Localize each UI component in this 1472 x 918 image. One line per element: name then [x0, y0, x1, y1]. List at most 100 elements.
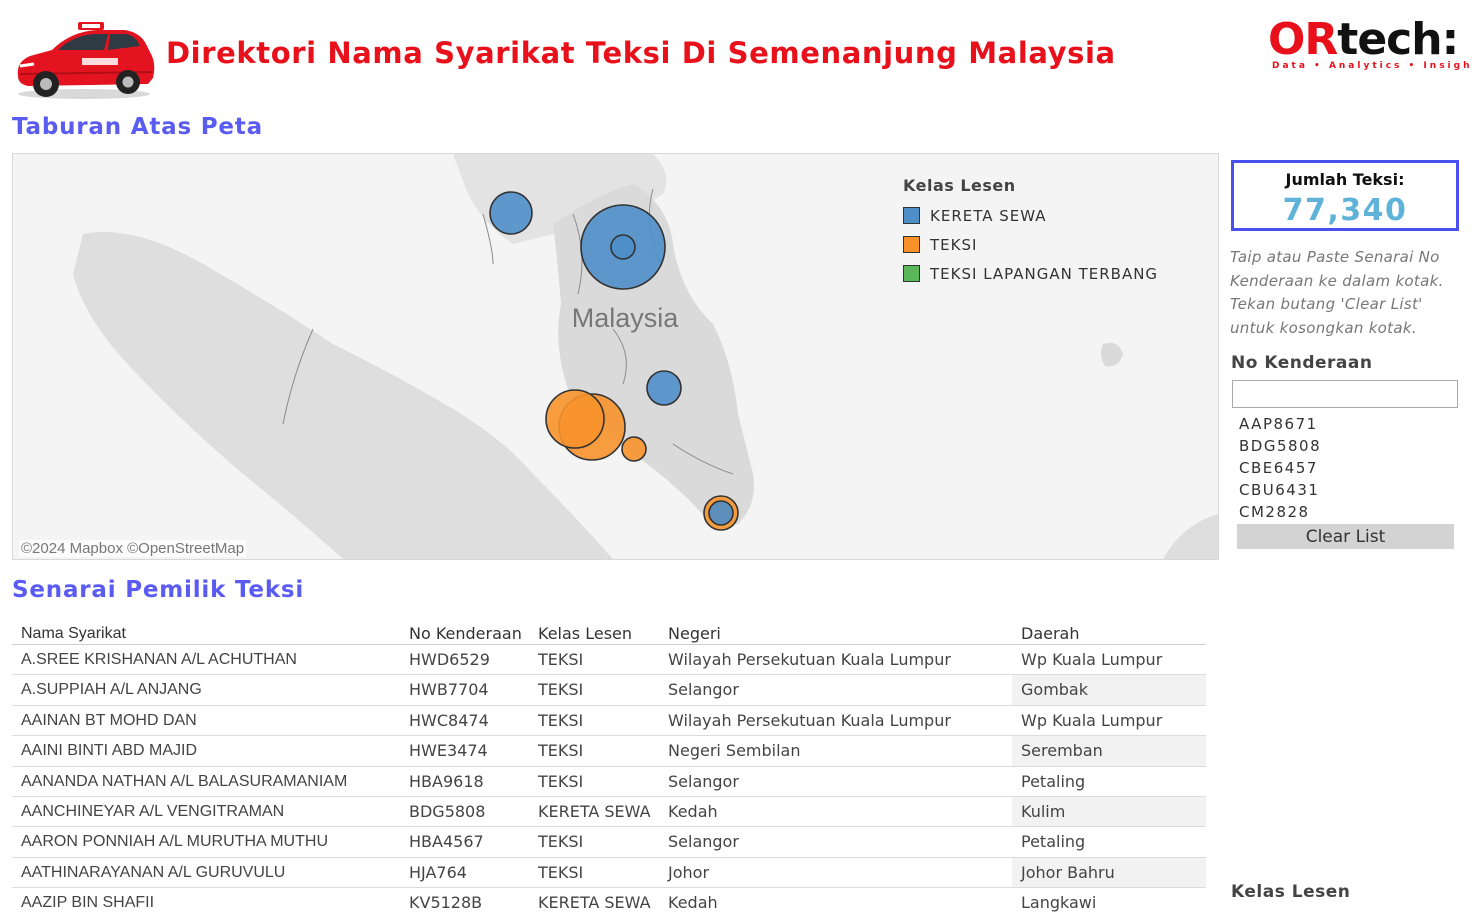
- map-legend: Kelas Lesen KERETA SEWA TEKSI TEKSI LAPA…: [903, 176, 1203, 288]
- cell-vehicle-no: HWB7704: [409, 680, 489, 700]
- cell-district: Seremban: [1012, 736, 1206, 766]
- vehicle-filter-list: AAP8671 BDG5808 CBE6457 CBU6431 CM2828: [1239, 414, 1459, 524]
- cell-vehicle-no: HBA9618: [409, 771, 484, 791]
- table-row[interactable]: AATHINARAYANAN A/L GURUVULU HJA764 TEKSI…: [12, 857, 1206, 889]
- table-row[interactable]: AAZIP BIN SHAFII KV5128B KERETA SEWA Ked…: [12, 888, 1206, 917]
- cell-district: Petaling: [1021, 771, 1086, 791]
- cell-state: Wilayah Persekutuan Kuala Lumpur: [668, 710, 951, 730]
- cell-vehicle-no: BDG5808: [409, 801, 486, 821]
- legend-label: TEKSI: [930, 235, 978, 254]
- bubble-kereta-sewa[interactable]: [708, 500, 734, 526]
- cell-company: AANCHINEYAR A/L VENGITRAMAN: [21, 802, 285, 820]
- column-header-state[interactable]: Negeri: [668, 620, 721, 648]
- cell-vehicle-no: HJA764: [409, 862, 467, 882]
- table-row[interactable]: A.SUPPIAH A/L ANJANG HWB7704 TEKSI Selan…: [12, 675, 1206, 706]
- cell-vehicle-no: HWC8474: [409, 710, 489, 730]
- cell-state: Kedah: [668, 893, 718, 913]
- side-legend-title: Kelas Lesen: [1231, 882, 1351, 902]
- cell-license-class: KERETA SEWA: [538, 893, 651, 913]
- logo-text-or: OR: [1268, 14, 1338, 65]
- legend-label: KERETA SEWA: [930, 206, 1047, 225]
- cell-state: Johor: [668, 862, 710, 882]
- cell-district: Langkawi: [1021, 893, 1097, 913]
- legend-item-kereta-sewa[interactable]: KERETA SEWA: [903, 201, 1203, 230]
- bubble-kereta-sewa[interactable]: [610, 234, 636, 260]
- cell-license-class: TEKSI: [538, 741, 584, 761]
- column-header-license-class[interactable]: Kelas Lesen: [538, 620, 632, 648]
- legend-label: TEKSI LAPANGAN TERBANG: [930, 264, 1159, 283]
- vehicle-filter-title: No Kenderaan: [1231, 353, 1373, 373]
- vehicle-filter-item[interactable]: CBU6431: [1239, 480, 1459, 502]
- cell-license-class: TEKSI: [538, 710, 584, 730]
- clear-list-button[interactable]: Clear List: [1237, 524, 1454, 549]
- table-row[interactable]: AANANDA NATHAN A/L BALASURAMANIAM HBA961…: [12, 767, 1206, 797]
- bubble-kereta-sewa[interactable]: [646, 370, 682, 406]
- cell-license-class: TEKSI: [538, 832, 584, 852]
- legend-item-teksi-lapangan-terbang[interactable]: TEKSI LAPANGAN TERBANG: [903, 259, 1203, 288]
- cell-license-class: TEKSI: [538, 680, 584, 700]
- cell-company: AAINAN BT MOHD DAN: [21, 711, 197, 729]
- total-taxi-card: Jumlah Teksi: 77,340: [1231, 160, 1459, 231]
- cell-district: Wp Kuala Lumpur: [1021, 710, 1163, 730]
- ortech-logo: ORtech: Data • Analytics • Insight: [1268, 14, 1472, 76]
- bubble-teksi[interactable]: [621, 436, 647, 462]
- page-title: Direktori Nama Syarikat Teksi Di Semenan…: [166, 36, 1116, 70]
- cell-state: Selangor: [668, 680, 739, 700]
- legend-swatch: [903, 236, 920, 253]
- header: Direktori Nama Syarikat Teksi Di Semenan…: [0, 0, 1472, 110]
- map-view[interactable]: Malaysia Kelas Lesen KERETA SEWA TEKSI T…: [12, 153, 1219, 560]
- cell-state: Kedah: [668, 801, 718, 821]
- cell-state: Negeri Sembilan: [668, 741, 801, 761]
- list-section-heading: Senarai Pemilik Teksi: [12, 577, 305, 603]
- bubble-teksi[interactable]: [545, 389, 605, 449]
- map-section-heading: Taburan Atas Peta: [12, 114, 263, 140]
- filter-instructions: Taip atau Paste Senarai No Kenderaan ke …: [1230, 248, 1444, 337]
- cell-license-class: TEKSI: [538, 862, 584, 882]
- map-attribution[interactable]: ©2024 Mapbox ©OpenStreetMap: [19, 540, 247, 557]
- cell-company: AANANDA NATHAN A/L BALASURAMANIAM: [21, 772, 348, 790]
- map-place-label: Malaysia: [572, 303, 680, 333]
- owner-table: Nama Syarikat No Kenderaan Kelas Lesen N…: [12, 620, 1206, 918]
- cell-district: Wp Kuala Lumpur: [1021, 650, 1163, 669]
- cell-state: Selangor: [668, 832, 739, 852]
- vehicle-filter-item[interactable]: AAP8671: [1239, 414, 1459, 436]
- legend-swatch: [903, 207, 920, 224]
- cell-company: AAINI BINTI ABD MAJID: [21, 742, 198, 760]
- vehicle-filter-item[interactable]: BDG5808: [1239, 436, 1459, 458]
- bubble-kereta-sewa[interactable]: [489, 191, 533, 235]
- cell-district: Petaling: [1021, 832, 1086, 852]
- cell-company: AARON PONNIAH A/L MURUTHA MUTHU: [21, 833, 328, 851]
- table-row[interactable]: AANCHINEYAR A/L VENGITRAMAN BDG5808 KERE…: [12, 796, 1206, 828]
- logo-tagline: Data • Analytics • Insight: [1272, 61, 1472, 71]
- total-taxi-value: 77,340: [1282, 193, 1408, 228]
- legend-swatch: [903, 265, 920, 282]
- vehicle-filter-item[interactable]: CM2828: [1239, 502, 1459, 524]
- legend-title: Kelas Lesen: [903, 176, 1016, 195]
- table-header-row: Nama Syarikat No Kenderaan Kelas Lesen N…: [12, 620, 1206, 645]
- cell-vehicle-no: HBA4567: [409, 832, 484, 852]
- cell-company: AAZIP BIN SHAFII: [21, 894, 155, 912]
- vehicle-number-input[interactable]: [1232, 380, 1458, 408]
- cell-district: Johor Bahru: [1012, 857, 1206, 888]
- cell-district: Gombak: [1012, 675, 1206, 705]
- cell-company: A.SUPPIAH A/L ANJANG: [21, 681, 202, 699]
- table-row[interactable]: AAINAN BT MOHD DAN HWC8474 TEKSI Wilayah…: [12, 706, 1206, 737]
- cell-company: AATHINARAYANAN A/L GURUVULU: [21, 863, 286, 881]
- column-header-vehicle-no[interactable]: No Kenderaan: [409, 620, 522, 648]
- cell-state: Wilayah Persekutuan Kuala Lumpur: [668, 650, 951, 669]
- cell-vehicle-no: KV5128B: [409, 893, 483, 913]
- cell-company: A.SREE KRISHANAN A/L ACHUTHAN: [21, 651, 297, 668]
- table-row[interactable]: AAINI BINTI ABD MAJID HWE3474 TEKSI Nege…: [12, 736, 1206, 767]
- column-header-district[interactable]: Daerah: [1012, 620, 1206, 644]
- cell-state: Selangor: [668, 771, 739, 791]
- cell-vehicle-no: HWE3474: [409, 741, 488, 761]
- taxi-car-image: [17, 22, 155, 99]
- legend-item-teksi[interactable]: TEKSI: [903, 230, 1203, 259]
- table-row[interactable]: A.SREE KRISHANAN A/L ACHUTHAN HWD6529 TE…: [12, 645, 1206, 676]
- vehicle-filter-item[interactable]: CBE6457: [1239, 458, 1459, 480]
- cell-vehicle-no: HWD6529: [409, 650, 490, 669]
- cell-district: Kulim: [1012, 796, 1206, 827]
- table-row[interactable]: AARON PONNIAH A/L MURUTHA MUTHU HBA4567 …: [12, 827, 1206, 858]
- cell-license-class: KERETA SEWA: [538, 801, 651, 821]
- column-header-company[interactable]: Nama Syarikat: [21, 620, 126, 648]
